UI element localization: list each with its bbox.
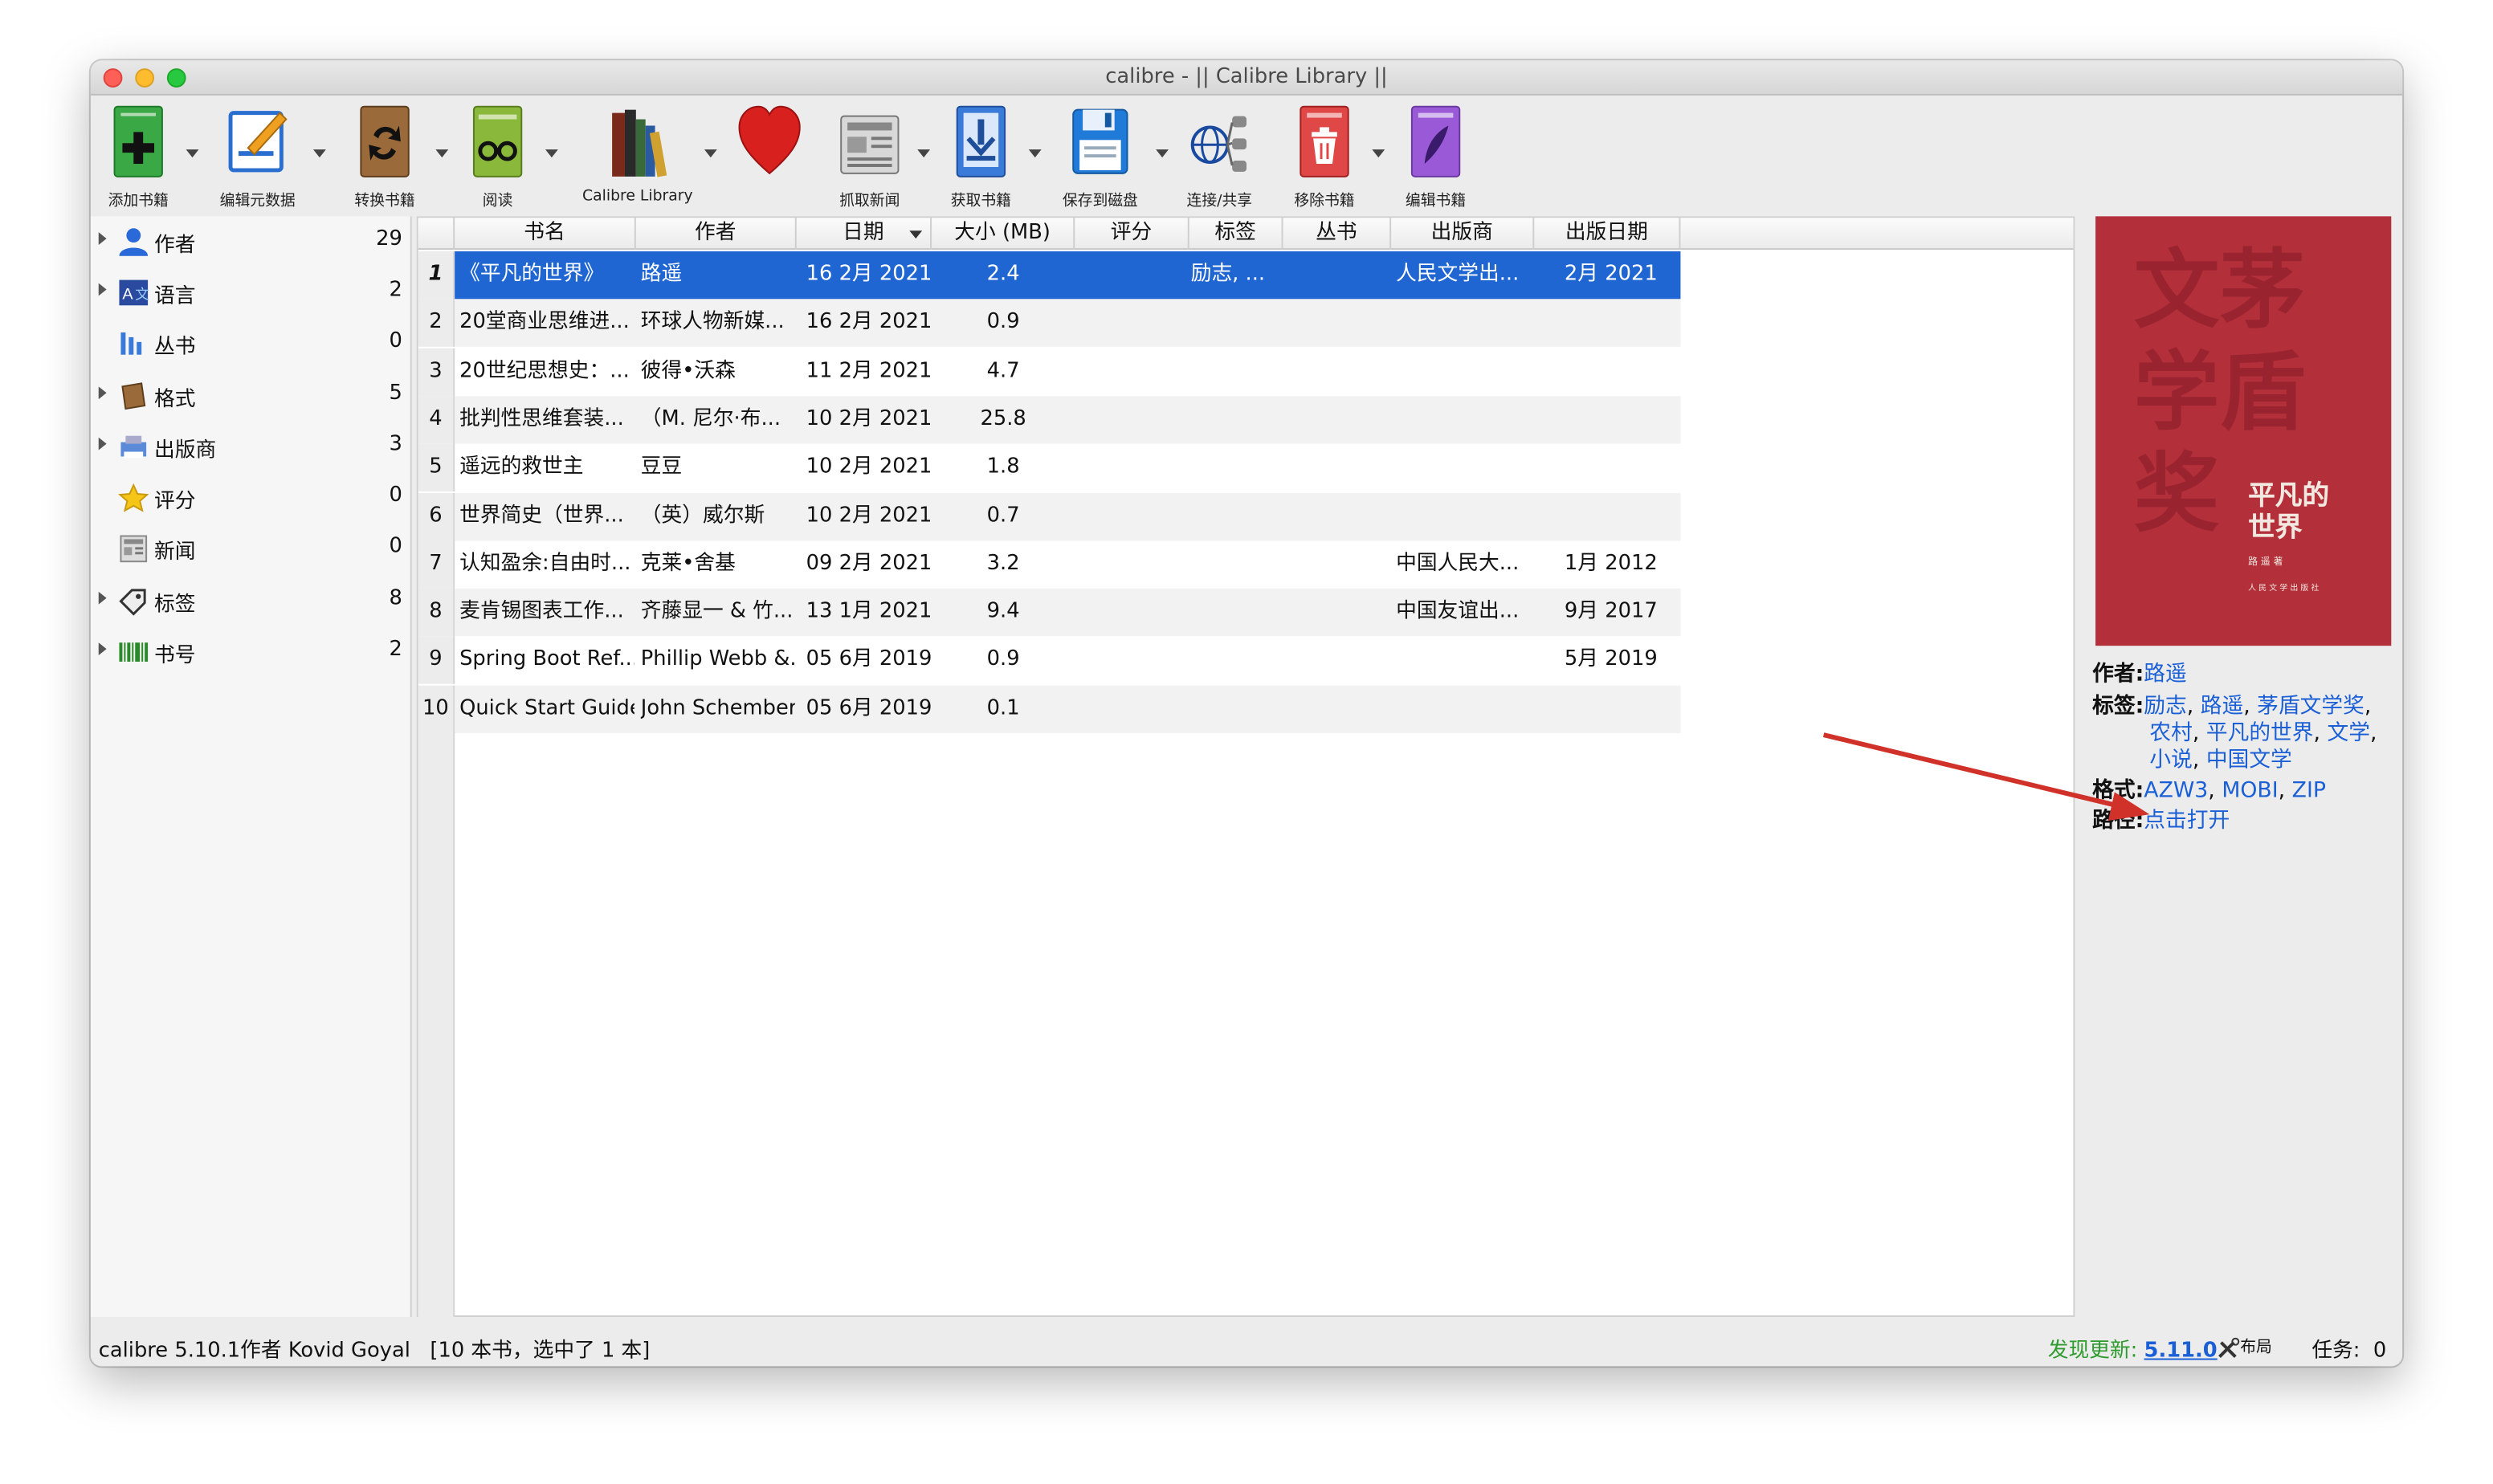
annotation-arrow [1822, 732, 2150, 822]
